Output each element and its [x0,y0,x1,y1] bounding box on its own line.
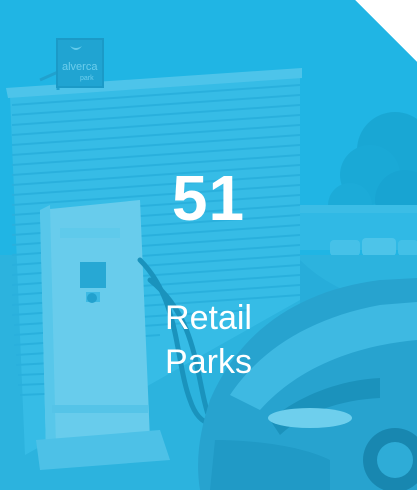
stat-label-line2: Parks [165,343,252,381]
stat-label: Retail Parks [0,296,417,384]
stat-label-line1: Retail [165,299,252,337]
stat-card: alverca park [0,0,417,490]
color-overlay [0,0,417,490]
stat-number: 51 [171,162,246,234]
